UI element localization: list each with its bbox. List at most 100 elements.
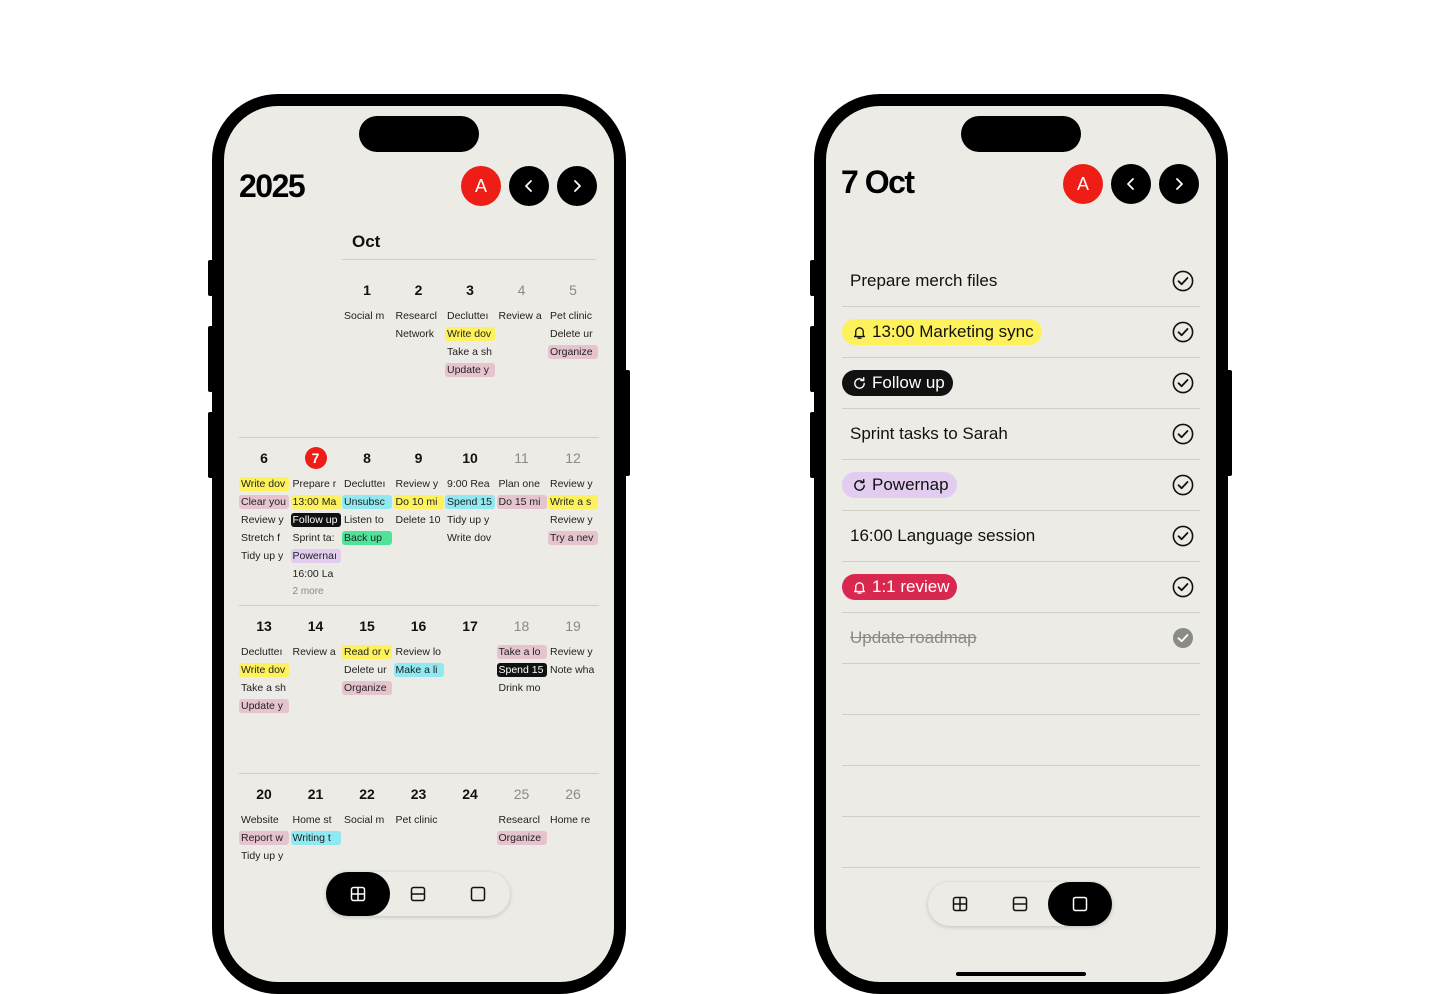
- calendar-day[interactable]: 21 Home st Writing t: [290, 783, 341, 845]
- empty-row[interactable]: [842, 664, 1200, 715]
- event-chip[interactable]: Declutteı: [342, 477, 392, 491]
- event-chip[interactable]: Tidy up y: [239, 849, 289, 863]
- event-chip[interactable]: Declutteı: [445, 309, 495, 323]
- calendar-day[interactable]: 19 Review y Note wha: [548, 615, 598, 677]
- event-chip[interactable]: Sprint ta:: [291, 531, 341, 545]
- event-chip[interactable]: Home st: [291, 813, 341, 827]
- event-chip[interactable]: Review y: [394, 477, 444, 491]
- event-chip[interactable]: Review y: [548, 645, 598, 659]
- task-row[interactable]: Powernap: [842, 460, 1200, 511]
- event-chip[interactable]: Organize: [496, 831, 547, 845]
- event-chip[interactable]: Note wha: [548, 663, 598, 677]
- next-button[interactable]: [1159, 164, 1199, 204]
- event-chip[interactable]: Clear you: [239, 495, 289, 509]
- event-chip[interactable]: Social m: [342, 813, 392, 827]
- check-circle-icon[interactable]: [1172, 372, 1194, 394]
- event-chip[interactable]: Unsubsc: [342, 495, 392, 509]
- check-circle-icon[interactable]: [1172, 525, 1194, 547]
- event-chip[interactable]: Powernaı: [290, 549, 341, 563]
- event-chip[interactable]: Review y: [548, 513, 598, 527]
- event-chip[interactable]: Spend 15: [445, 495, 495, 509]
- event-chip[interactable]: Take a sh: [239, 681, 289, 695]
- event-chip[interactable]: Researcl: [394, 309, 444, 323]
- next-button[interactable]: [557, 166, 597, 206]
- event-chip[interactable]: Take a sh: [445, 345, 495, 359]
- calendar-day[interactable]: 7 Prepare r 13:00 Ma Follow up Sprint ta: Pow…: [290, 447, 341, 599]
- event-chip[interactable]: Delete 10: [394, 513, 444, 527]
- more-events-link[interactable]: 2 more: [291, 585, 341, 599]
- calendar-day[interactable]: 8 Declutteı Unsubsc Listen to Back up: [342, 447, 392, 545]
- month-view-button[interactable]: [928, 882, 992, 926]
- calendar-day[interactable]: 2 Researcl Network: [394, 279, 444, 341]
- check-circle-icon[interactable]: [1172, 423, 1194, 445]
- event-chip[interactable]: Pet clinic: [394, 813, 444, 827]
- event-chip[interactable]: Delete ur: [548, 327, 598, 341]
- calendar-day[interactable]: 17: [445, 615, 495, 637]
- empty-row[interactable]: [842, 715, 1200, 766]
- week-view-button[interactable]: [988, 882, 1052, 926]
- calendar-day[interactable]: 16 Review lo Make a li: [393, 615, 444, 677]
- check-circle-icon[interactable]: [1172, 576, 1194, 598]
- event-chip[interactable]: Prepare r: [291, 477, 341, 491]
- calendar-day[interactable]: 9 Review y Do 10 mi Delete 10: [393, 447, 444, 527]
- event-chip[interactable]: Back up: [342, 531, 392, 545]
- calendar-day[interactable]: 14 Review a: [291, 615, 341, 659]
- event-chip[interactable]: Make a li: [393, 663, 444, 677]
- checked-circle-icon[interactable]: [1172, 627, 1194, 649]
- event-chip[interactable]: Declutteı: [239, 645, 289, 659]
- calendar-day[interactable]: 24: [445, 783, 495, 805]
- check-circle-icon[interactable]: [1172, 321, 1194, 343]
- task-row[interactable]: Sprint tasks to Sarah: [842, 409, 1200, 460]
- calendar-day[interactable]: 23 Pet clinic: [394, 783, 444, 827]
- event-chip[interactable]: Organize: [342, 681, 392, 695]
- day-view-button[interactable]: [446, 872, 510, 916]
- event-chip[interactable]: Take a lo: [496, 645, 547, 659]
- calendar-day[interactable]: 11 Plan one Do 15 mi: [496, 447, 547, 509]
- prev-button[interactable]: [509, 166, 549, 206]
- calendar-day[interactable]: 3 Declutteı Write dov Take a sh Update y: [445, 279, 495, 377]
- event-chip[interactable]: Write a s: [548, 495, 598, 509]
- event-chip[interactable]: Update y: [445, 363, 495, 377]
- event-chip[interactable]: Researcl: [497, 813, 547, 827]
- event-chip[interactable]: Do 15 mi: [496, 495, 547, 509]
- event-chip[interactable]: 9:00 Rea: [445, 477, 495, 491]
- event-chip[interactable]: Write dov: [239, 477, 289, 491]
- task-row[interactable]: 16:00 Language session: [842, 511, 1200, 562]
- event-chip[interactable]: 13:00 Ma: [290, 495, 341, 509]
- event-chip[interactable]: Write dov: [239, 663, 289, 677]
- event-chip[interactable]: Network: [394, 327, 444, 341]
- event-chip[interactable]: Pet clinic: [548, 309, 598, 323]
- event-chip[interactable]: Write dov: [445, 531, 495, 545]
- event-chip[interactable]: Review a: [291, 645, 341, 659]
- calendar-day[interactable]: 12 Review y Write a s Review y Try a nev: [548, 447, 598, 545]
- task-row[interactable]: Follow up: [842, 358, 1200, 409]
- event-chip[interactable]: Tidy up y: [239, 549, 289, 563]
- calendar-day[interactable]: 25 Researcl Organize: [496, 783, 547, 845]
- event-chip[interactable]: Follow up: [290, 513, 341, 527]
- task-row[interactable]: Update roadmap: [842, 613, 1200, 664]
- event-chip[interactable]: 16:00 La: [291, 567, 341, 581]
- calendar-day[interactable]: 26 Home re: [548, 783, 598, 827]
- event-chip[interactable]: Try a nev: [548, 531, 598, 545]
- event-chip[interactable]: Review a: [497, 309, 547, 323]
- calendar-day[interactable]: 15 Read or v Delete ur Organize: [342, 615, 392, 695]
- event-chip[interactable]: Writing t: [290, 831, 341, 845]
- event-chip[interactable]: Organize: [548, 345, 598, 359]
- month-view-button[interactable]: [326, 872, 390, 916]
- calendar-day[interactable]: 13 Declutteı Write dov Take a sh Update y: [239, 615, 289, 713]
- event-chip[interactable]: Review y: [239, 513, 289, 527]
- event-chip[interactable]: Drink mo: [497, 681, 547, 695]
- calendar-day[interactable]: 20 Website Report w Tidy up y: [239, 783, 289, 863]
- event-chip[interactable]: Social m: [342, 309, 392, 323]
- calendar-day[interactable]: 18 Take a lo Spend 15 Drink mo: [496, 615, 547, 695]
- week-view-button[interactable]: [386, 872, 450, 916]
- event-chip[interactable]: Report w: [239, 831, 289, 845]
- empty-row[interactable]: [842, 766, 1200, 817]
- calendar-day[interactable]: 5 Pet clinic Delete ur Organize: [548, 279, 598, 359]
- task-row[interactable]: 13:00 Marketing sync: [842, 307, 1200, 358]
- calendar-day[interactable]: 1 Social m: [342, 279, 392, 323]
- task-row[interactable]: Prepare merch files: [842, 256, 1200, 307]
- calendar-day[interactable]: 22 Social m: [342, 783, 392, 827]
- event-chip[interactable]: Listen to: [342, 513, 392, 527]
- check-circle-icon[interactable]: [1172, 270, 1194, 292]
